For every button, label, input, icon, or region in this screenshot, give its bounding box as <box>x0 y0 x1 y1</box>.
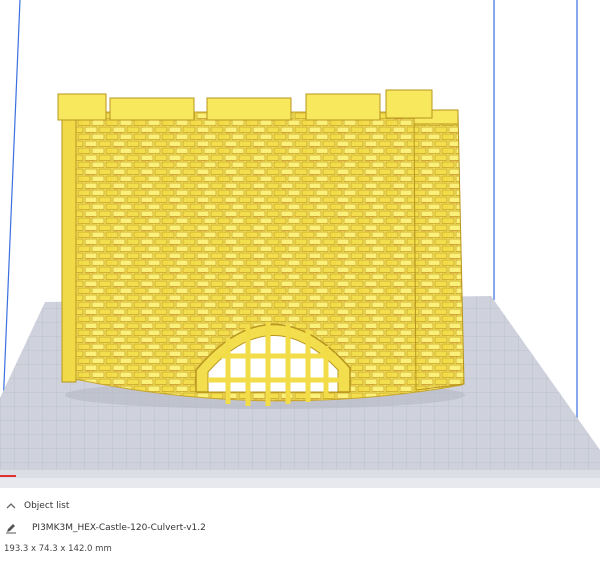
object-list-header[interactable]: Object list <box>4 498 69 514</box>
dimensions-row: 193.3 x 74.3 x 142.0 mm <box>4 542 112 556</box>
object-file-row[interactable]: PI3MK3M_HEX-Castle-120-Culvert-v1.2 <box>4 519 206 537</box>
object-dimensions: 193.3 x 74.3 x 142.0 mm <box>4 544 112 554</box>
object-list-panel: Object list PI3MK3M_HEX-Castle-120-Culve… <box>0 490 600 561</box>
build-plate-edge <box>0 470 600 478</box>
castle-tower-model[interactable] <box>57 89 465 406</box>
3d-viewport[interactable] <box>0 0 600 490</box>
pencil-icon[interactable] <box>4 521 18 535</box>
object-file-name[interactable]: PI3MK3M_HEX-Castle-120-Culvert-v1.2 <box>32 523 206 533</box>
viewport-canvas[interactable] <box>0 0 600 490</box>
chevron-up-icon[interactable] <box>4 499 18 513</box>
object-list-label: Object list <box>24 501 70 511</box>
